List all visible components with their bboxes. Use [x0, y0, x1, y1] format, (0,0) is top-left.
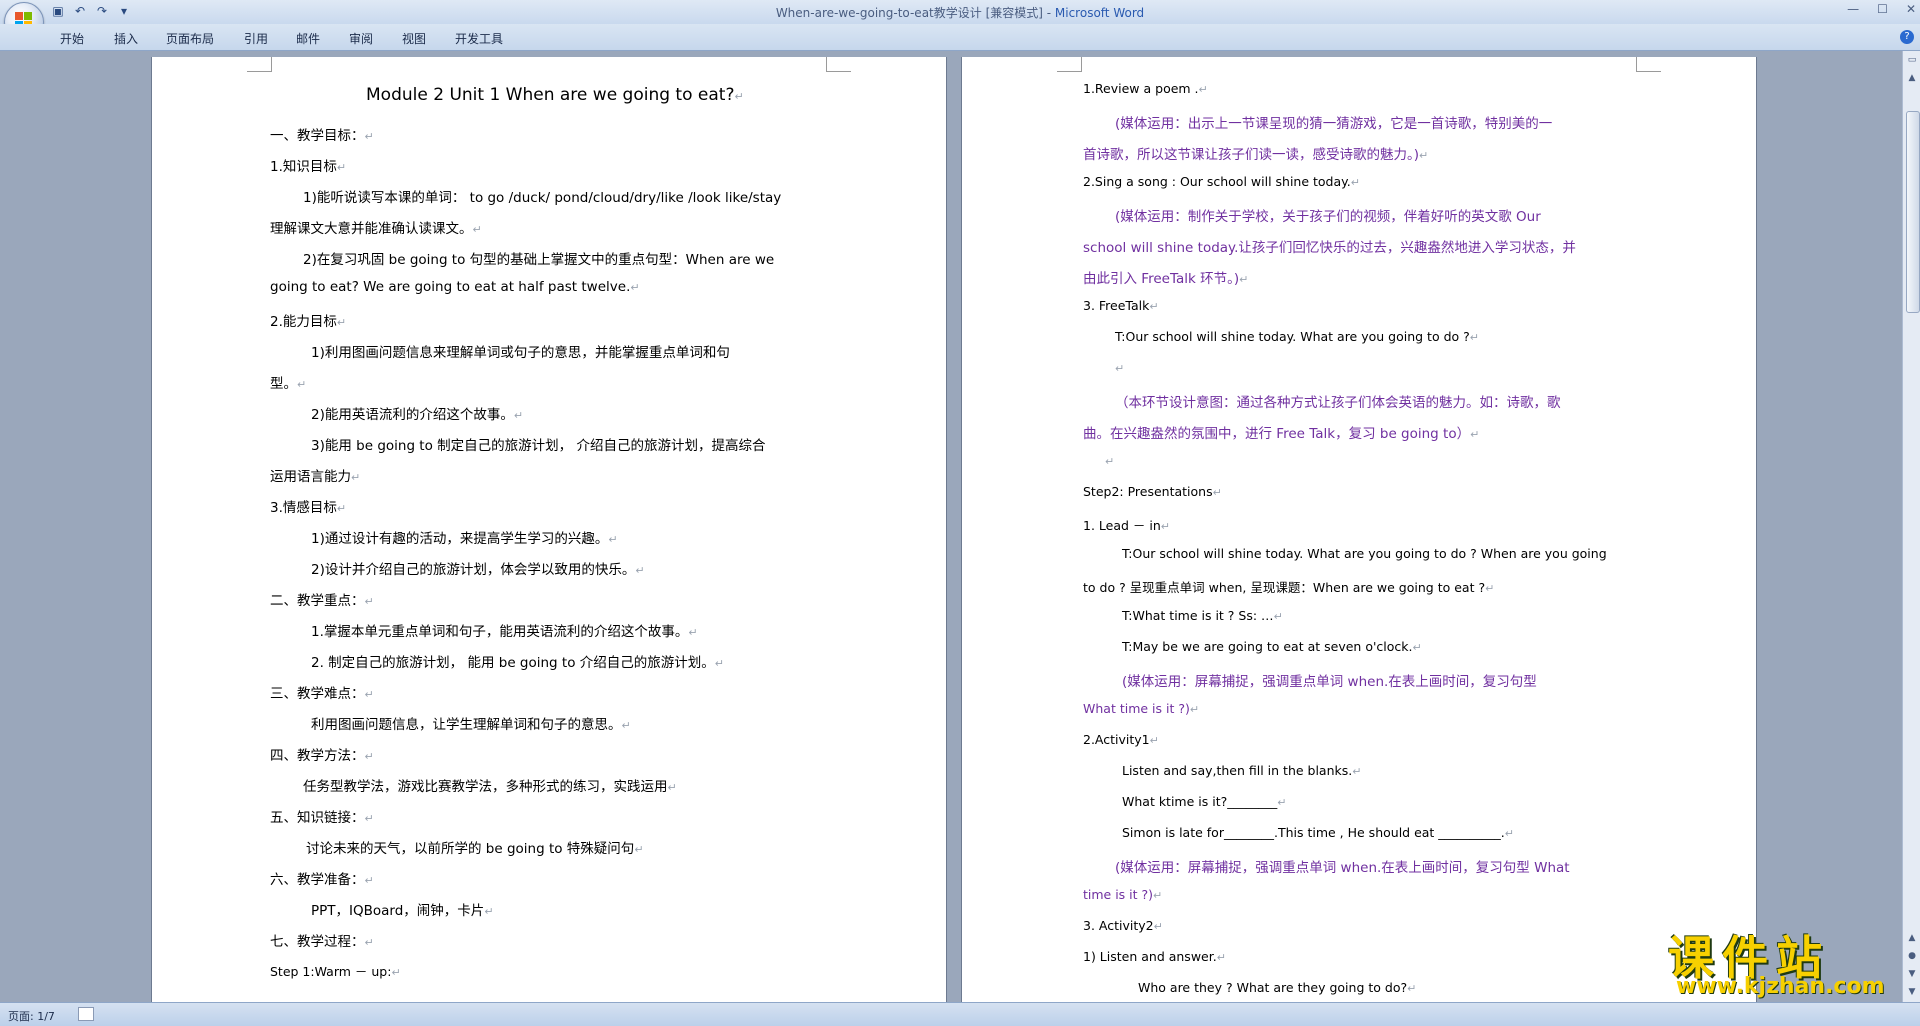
paragraph[interactable]: PPT，IQBoard，闹钟，卡片↵ [311, 899, 494, 919]
maximize-button[interactable]: ☐ [1877, 2, 1888, 16]
tab-developer[interactable]: 开发工具 [455, 30, 503, 47]
tab-references[interactable]: 引用 [244, 30, 268, 47]
tab-mailings[interactable]: 邮件 [296, 30, 320, 47]
tab-page-layout[interactable]: 页面布局 [166, 30, 214, 47]
crop-mark [826, 57, 851, 72]
crop-mark [1057, 57, 1082, 72]
close-button[interactable]: ✕ [1906, 2, 1916, 16]
paragraph[interactable]: to do ? 呈现重点单词 when, 呈现课题：When are we go… [1083, 577, 1494, 596]
paragraph[interactable]: 利用图画问题信息，让学生理解单词和句子的意思。↵ [311, 713, 631, 733]
paragraph[interactable]: T:May be we are going to eat at seven o'… [1122, 639, 1422, 654]
title-bar: ▣ ↶ ↷ ▾ When-are-we-going-to-eat教学设计 [兼容… [0, 0, 1920, 24]
paragraph[interactable]: 七、教学过程：↵ [270, 930, 374, 950]
crop-mark [247, 57, 272, 72]
next-page-icon[interactable]: ▼ [1905, 967, 1919, 981]
paragraph[interactable]: Listen and say,then fill in the blanks.↵ [1122, 763, 1361, 778]
paragraph[interactable]: Who are they ? What are they going to do… [1138, 980, 1416, 995]
paragraph[interactable]: 二、教学重点：↵ [270, 589, 374, 609]
empty-paragraph[interactable]: ↵ [1115, 360, 1124, 376]
select-browse-object-icon[interactable]: ● [1905, 949, 1919, 963]
paragraph[interactable]: 3. Activity2↵ [1083, 918, 1163, 933]
paragraph[interactable]: 1.Review a poem .↵ [1083, 81, 1208, 96]
paragraph[interactable]: 3.情感目标↵ [270, 496, 346, 516]
ruler-toggle-icon[interactable]: ▭ [1905, 53, 1919, 67]
paragraph[interactable]: 由此引入 FreeTalk 环节。)↵ [1083, 267, 1248, 287]
ribbon-tabs: 开始 插入 页面布局 引用 邮件 审阅 视图 开发工具 ? [0, 24, 1920, 51]
scroll-down-icon[interactable]: ▼ [1905, 985, 1919, 999]
paragraph[interactable]: 2.Sing a song : Our school will shine to… [1083, 174, 1360, 189]
minimize-button[interactable]: — [1847, 2, 1859, 16]
paragraph[interactable]: Step2: Presentations↵ [1083, 484, 1222, 499]
vertical-scrollbar[interactable]: ▭ ▲ ▲ ● ▼ ▼ [1902, 51, 1920, 1002]
paragraph[interactable]: Step 1:Warm － up:↵ [270, 961, 401, 980]
paragraph[interactable]: 1) Listen and answer.↵ [1083, 949, 1226, 964]
paragraph[interactable]: 型。↵ [270, 372, 306, 392]
paragraph[interactable]: 讨论未来的天气，以前所学的 be going to 特殊疑问句↵ [306, 837, 644, 857]
page-1: Module 2 Unit 1 When are we going to eat… [152, 57, 946, 1002]
paragraph[interactable]: What ktime is it?________↵ [1122, 794, 1286, 809]
scroll-up-icon[interactable]: ▲ [1905, 71, 1919, 85]
status-bar: 页面: 1/7 [0, 1002, 1920, 1026]
paragraph[interactable]: (媒体运用：制作关于学校，关于孩子们的视频，伴着好听的英文歌 Our [1115, 205, 1541, 225]
paragraph[interactable]: 1)利用图画问题信息来理解单词或句子的意思，并能掌握重点单词和句 [311, 341, 730, 361]
paragraph[interactable]: 一、教学目标：↵ [270, 124, 374, 144]
paragraph[interactable]: school will shine today.让孩子们回忆快乐的过去，兴趣盎然… [1083, 236, 1576, 256]
paragraph[interactable]: 1.知识目标↵ [270, 155, 346, 175]
paragraph[interactable]: 四、教学方法：↵ [270, 744, 374, 764]
tab-insert[interactable]: 插入 [114, 30, 138, 47]
paragraph[interactable]: T:What time is it ? Ss: …↵ [1122, 608, 1283, 623]
document-title: When-are-we-going-to-eat教学设计 [兼容模式] - [775, 6, 1055, 20]
paragraph[interactable]: 2. 制定自己的旅游计划， 能用 be going to 介绍自己的旅游计划。↵ [311, 651, 724, 671]
watermark-url: www.kjzhan.com [1676, 974, 1885, 999]
paragraph[interactable]: 2.能力目标↵ [270, 310, 346, 330]
paragraph[interactable]: 2)设计并介绍自己的旅游计划，体会学以致用的快乐。↵ [311, 558, 645, 578]
empty-paragraph[interactable]: ↵ [1105, 453, 1114, 469]
paragraph[interactable]: T:Our school will shine today. What are … [1122, 546, 1607, 561]
paragraph[interactable]: 3. FreeTalk↵ [1083, 298, 1159, 313]
paragraph[interactable]: （本环节设计意图：通过各种方式让孩子们体会英语的魅力。如：诗歌，歌 [1115, 391, 1561, 411]
paragraph[interactable]: 六、教学准备：↵ [270, 868, 374, 888]
tab-review[interactable]: 审阅 [349, 30, 373, 47]
paragraph[interactable]: (媒体运用：出示上一节课呈现的猜一猜游戏，它是一首诗歌，特别美的一 [1115, 112, 1552, 132]
paragraph[interactable]: 2)在复习巩固 be going to 句型的基础上掌握文中的重点句型：When… [303, 248, 774, 268]
page-2: 1.Review a poem .↵ (媒体运用：出示上一节课呈现的猜一猜游戏，… [962, 57, 1756, 1002]
paragraph[interactable]: (媒体运用：屏幕捕捉，强调重点单词 when.在表上画时间，复习句型 What [1115, 856, 1570, 876]
tab-view[interactable]: 视图 [402, 30, 426, 47]
paragraph[interactable]: 1.掌握本单元重点单词和句子，能用英语流利的介绍这个故事。↵ [311, 620, 698, 640]
paragraph[interactable]: 五、知识链接：↵ [270, 806, 374, 826]
paragraph[interactable]: 1. Lead － in↵ [1083, 515, 1170, 534]
paragraph[interactable]: 2)能用英语流利的介绍这个故事。↵ [311, 403, 523, 423]
document-workspace: Module 2 Unit 1 When are we going to eat… [0, 51, 1902, 1002]
paragraph[interactable]: What time is it ?)↵ [1083, 701, 1199, 716]
app-name: Microsoft Word [1054, 6, 1145, 20]
crop-mark [1636, 57, 1661, 72]
site-watermark: 课件站 www.kjzhan.com [1668, 922, 1904, 1002]
tab-home[interactable]: 开始 [60, 30, 84, 47]
help-icon[interactable]: ? [1900, 30, 1914, 44]
paragraph[interactable]: T:Our school will shine today. What are … [1115, 329, 1479, 344]
proofing-icon[interactable] [78, 1007, 94, 1021]
paragraph[interactable]: 任务型教学法，游戏比赛教学法，多种形式的练习，实践运用↵ [303, 775, 677, 795]
paragraph[interactable]: 曲。在兴趣盎然的氛围中，进行 Free Talk，复习 be going to）… [1083, 422, 1479, 442]
page-count[interactable]: 页面: 1/7 [8, 1008, 55, 1024]
paragraph[interactable]: 运用语言能力↵ [270, 465, 360, 485]
scroll-thumb[interactable] [1906, 111, 1920, 313]
paragraph[interactable]: 1)能听说读写本课的单词： to go /duck/ pond/cloud/dr… [303, 186, 781, 206]
paragraph[interactable]: (媒体运用：屏幕捕捉，强调重点单词 when.在表上画时间，复习句型 [1122, 670, 1537, 690]
paragraph[interactable]: 三、教学难点：↵ [270, 682, 374, 702]
window-controls: — ☐ ✕ [1847, 2, 1916, 16]
previous-page-icon[interactable]: ▲ [1905, 931, 1919, 945]
paragraph[interactable]: 3)能用 be going to 制定自己的旅游计划， 介绍自己的旅游计划，提高… [311, 434, 765, 454]
paragraph[interactable]: going to eat? We are going to eat at hal… [270, 279, 640, 295]
paragraph[interactable]: 1)通过设计有趣的活动，来提高学生学习的兴趣。↵ [311, 527, 618, 547]
window-title: When-are-we-going-to-eat教学设计 [兼容模式] - Mi… [0, 4, 1920, 21]
document-title-heading[interactable]: Module 2 Unit 1 When are we going to eat… [366, 85, 744, 105]
paragraph[interactable]: Simon is late for________.This time , He… [1122, 825, 1514, 840]
paragraph[interactable]: 2.Activity1↵ [1083, 732, 1159, 747]
paragraph[interactable]: time is it ?)↵ [1083, 887, 1162, 902]
paragraph[interactable]: 首诗歌，所以这节课让孩子们读一读，感受诗歌的魅力。)↵ [1083, 143, 1428, 163]
paragraph[interactable]: 理解课文大意并能准确认读课文。↵ [270, 217, 482, 237]
